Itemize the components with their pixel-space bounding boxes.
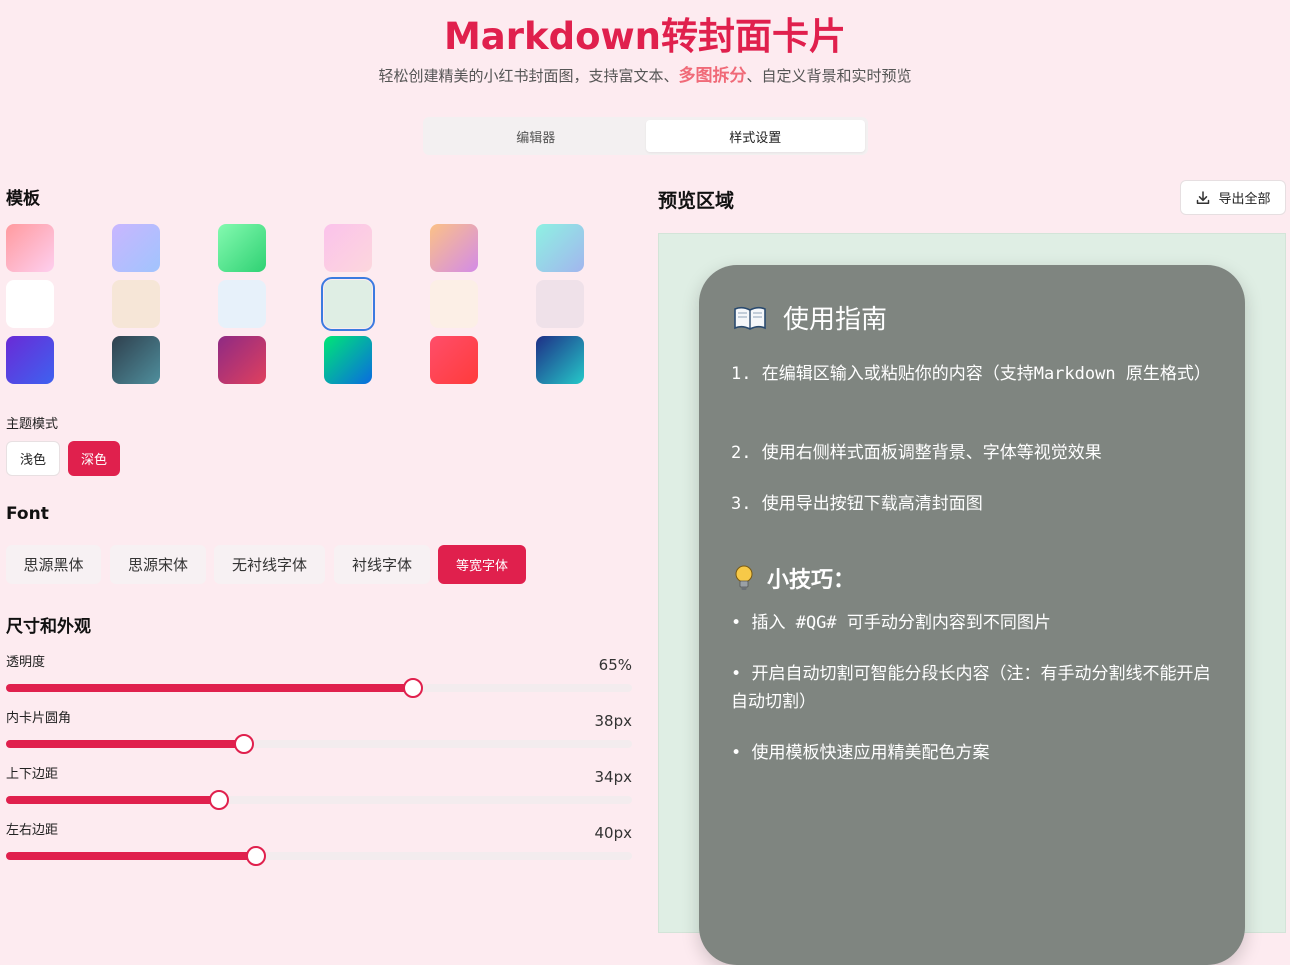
page-title: Markdown转封面卡片	[443, 15, 847, 58]
export-all-button[interactable]: 导出全部	[1180, 180, 1286, 215]
vertical-padding-label: 上下边距	[6, 767, 59, 782]
preview-title: 预览区域	[658, 190, 735, 212]
template-swatch-6[interactable]	[536, 224, 584, 272]
opacity-slider-fill	[6, 684, 413, 692]
card-radius-slider[interactable]	[6, 734, 632, 754]
theme-mode-label: 主题模式	[6, 417, 59, 432]
export-all-label: 导出全部	[1218, 192, 1271, 207]
horizontal-padding-slider-thumb[interactable]	[246, 846, 266, 866]
horizontal-padding-slider-fill	[6, 852, 256, 860]
vertical-padding-value: 34px	[594, 768, 633, 786]
download-icon	[1197, 190, 1210, 204]
horizontal-padding-label: 左右边距	[6, 823, 59, 838]
card-step-2: 2. 使用右侧样式面板调整背景、字体等视觉效果	[731, 443, 1102, 463]
open-book-icon	[734, 306, 766, 330]
card-step-3: 3. 使用导出按钮下载高清封面图	[731, 494, 983, 514]
template-swatch-10[interactable]	[321, 277, 375, 331]
card-tip-1: • 插入 #QG# 可手动分割内容到不同图片	[731, 613, 1051, 633]
templates-section-title: 模板	[6, 189, 40, 209]
size-section-title: 尺寸和外观	[6, 617, 91, 637]
card-heading-tips: 小技巧：	[733, 562, 855, 594]
template-swatch-11[interactable]	[430, 280, 478, 328]
card-radius-value: 38px	[594, 712, 633, 730]
mode-tabs: 编辑器 样式设置	[423, 117, 868, 155]
subtitle-highlight: 多图拆分	[678, 66, 747, 86]
light-bulb-icon	[735, 565, 753, 590]
tab-editor[interactable]: 编辑器	[426, 120, 646, 152]
opacity-value: 65%	[598, 656, 632, 674]
tab-style-settings[interactable]: 样式设置	[645, 120, 865, 152]
template-swatch-12[interactable]	[536, 280, 584, 328]
card-tip-3: • 使用模板快速应用精美配色方案	[731, 743, 990, 763]
theme-dark-button[interactable]: 深色	[68, 441, 120, 476]
template-swatch-18[interactable]	[536, 336, 584, 384]
horizontal-padding-slider[interactable]	[6, 846, 632, 866]
template-swatch-14[interactable]	[112, 336, 160, 384]
font-option-source-han-serif[interactable]: 思源宋体	[110, 545, 206, 584]
font-option-serif[interactable]: 衬线字体	[334, 545, 430, 584]
card-radius-slider-fill	[6, 740, 244, 748]
opacity-slider-thumb[interactable]	[403, 678, 423, 698]
template-swatch-4[interactable]	[324, 224, 372, 272]
horizontal-padding-value: 40px	[594, 824, 633, 842]
font-section-title: Font	[6, 504, 49, 524]
opacity-label: 透明度	[6, 655, 46, 670]
vertical-padding-slider-fill	[6, 796, 219, 804]
opacity-slider[interactable]	[6, 678, 632, 698]
subtitle-text-after: 、自定义背景和实时预览	[746, 67, 912, 85]
card-heading-guide: 使用指南	[733, 299, 887, 336]
template-swatch-1[interactable]	[6, 224, 54, 272]
vertical-padding-slider-thumb[interactable]	[209, 790, 229, 810]
template-swatch-8[interactable]	[112, 280, 160, 328]
preview-card: 使用指南 1. 在编辑区输入或粘贴你的内容（支持Markdown 原生格式） 2…	[699, 265, 1245, 965]
template-swatch-9[interactable]	[218, 280, 266, 328]
vertical-padding-slider[interactable]	[6, 790, 632, 810]
card-heading-guide-text: 使用指南	[783, 305, 888, 335]
card-radius-label: 内卡片圆角	[6, 711, 72, 726]
template-swatch-7[interactable]	[6, 280, 54, 328]
page-subtitle: 轻松创建精美的小红书封面图，支持富文本、多图拆分、自定义背景和实时预览	[0, 61, 1290, 86]
font-option-source-han-sans[interactable]: 思源黑体	[6, 545, 101, 584]
card-tip-2: • 开启自动切割可智能分段长内容（注：有手动分割线不能开启自动切割）	[731, 664, 1211, 712]
template-swatch-3[interactable]	[218, 224, 266, 272]
template-swatch-17[interactable]	[430, 336, 478, 384]
font-option-sans-serif[interactable]: 无衬线字体	[214, 545, 325, 584]
theme-light-button[interactable]: 浅色	[6, 441, 60, 476]
template-swatch-5[interactable]	[430, 224, 478, 272]
template-swatch-2[interactable]	[112, 224, 160, 272]
template-swatch-13[interactable]	[6, 336, 54, 384]
card-heading-tips-text: 小技巧：	[767, 567, 856, 593]
template-swatch-15[interactable]	[218, 336, 266, 384]
card-radius-slider-thumb[interactable]	[234, 734, 254, 754]
template-swatch-16[interactable]	[324, 336, 372, 384]
card-step-1: 1. 在编辑区输入或粘贴你的内容（支持Markdown 原生格式）	[731, 364, 1211, 384]
font-option-monospace[interactable]: 等宽字体	[438, 545, 526, 584]
subtitle-text-before: 轻松创建精美的小红书封面图，支持富文本、	[378, 67, 679, 85]
